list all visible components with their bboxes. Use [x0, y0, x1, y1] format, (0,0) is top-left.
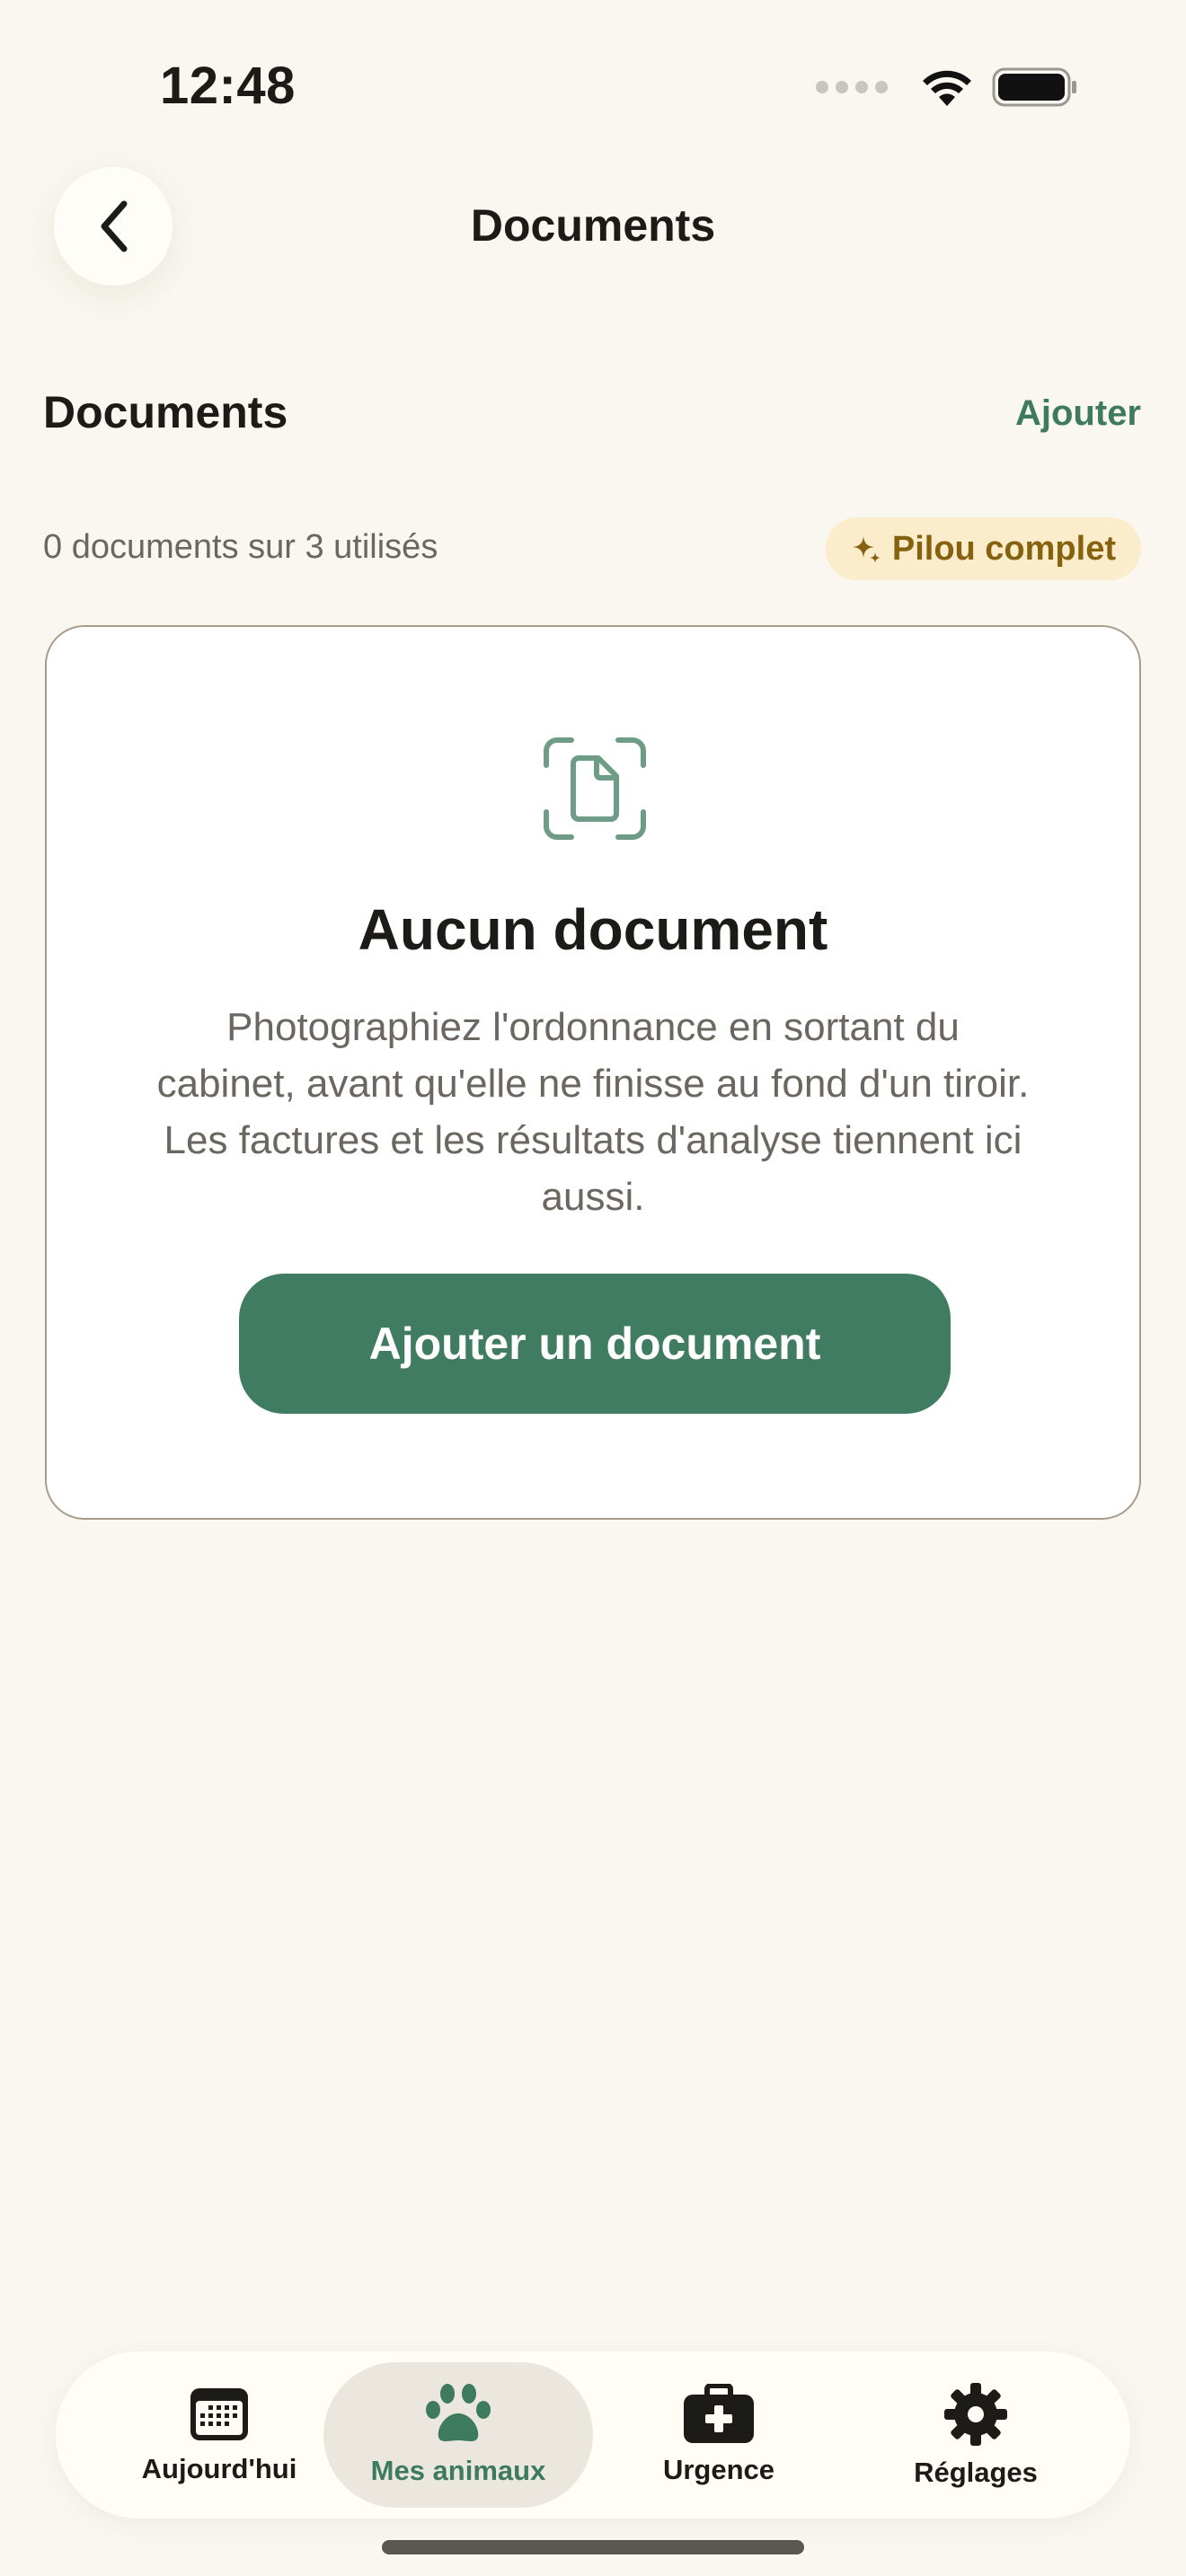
- cellular-signal-icon: [816, 81, 888, 93]
- tab-settings[interactable]: Réglages: [841, 2362, 1111, 2508]
- calendar-icon: [190, 2388, 248, 2440]
- section-title: Documents: [43, 387, 288, 437]
- empty-state-card: Aucun document Photographiez l'ordonnanc…: [45, 625, 1141, 1520]
- documents-screen: 12:48 Documents Documents Ajouter 0 docu…: [0, 0, 1186, 2576]
- page-title: Documents: [470, 200, 716, 251]
- tab-my-pets[interactable]: Mes animaux: [323, 2362, 593, 2508]
- gear-icon: [944, 2383, 1007, 2446]
- wifi-icon: [923, 70, 971, 106]
- document-scan-icon: [544, 737, 646, 840]
- empty-state-description: Photographiez l'ordonnance en sortant du…: [156, 1005, 1030, 1219]
- tab-emergency[interactable]: Urgence: [584, 2362, 854, 2508]
- tab-settings-label: Réglages: [914, 2457, 1038, 2488]
- first-aid-kit-icon: [684, 2384, 754, 2443]
- tab-today[interactable]: Aujourd'hui: [84, 2362, 354, 2508]
- empty-state-title: Aucun document: [358, 897, 828, 962]
- usage-count: 0 documents sur 3 utilisés: [43, 528, 438, 566]
- sparkle-icon: [852, 536, 881, 563]
- status-time: 12:48: [160, 57, 296, 115]
- battery-icon: [992, 67, 1076, 107]
- home-indicator: [382, 2540, 804, 2554]
- add-document-button[interactable]: Ajouter un document: [239, 1274, 951, 1414]
- tab-today-label: Aujourd'hui: [141, 2453, 297, 2484]
- tab-emergency-label: Urgence: [662, 2454, 775, 2485]
- plan-badge[interactable]: Pilou complet: [825, 517, 1141, 580]
- status-icons: [816, 66, 1078, 108]
- paw-icon: [426, 2384, 491, 2441]
- tab-my-pets-label: Mes animaux: [370, 2455, 546, 2486]
- add-document-link[interactable]: Ajouter: [1015, 393, 1141, 434]
- plan-badge-label: Pilou complet: [891, 529, 1116, 568]
- tab-bar: Aujourd'hui Mes animaux Urgence Réglages: [56, 2351, 1130, 2519]
